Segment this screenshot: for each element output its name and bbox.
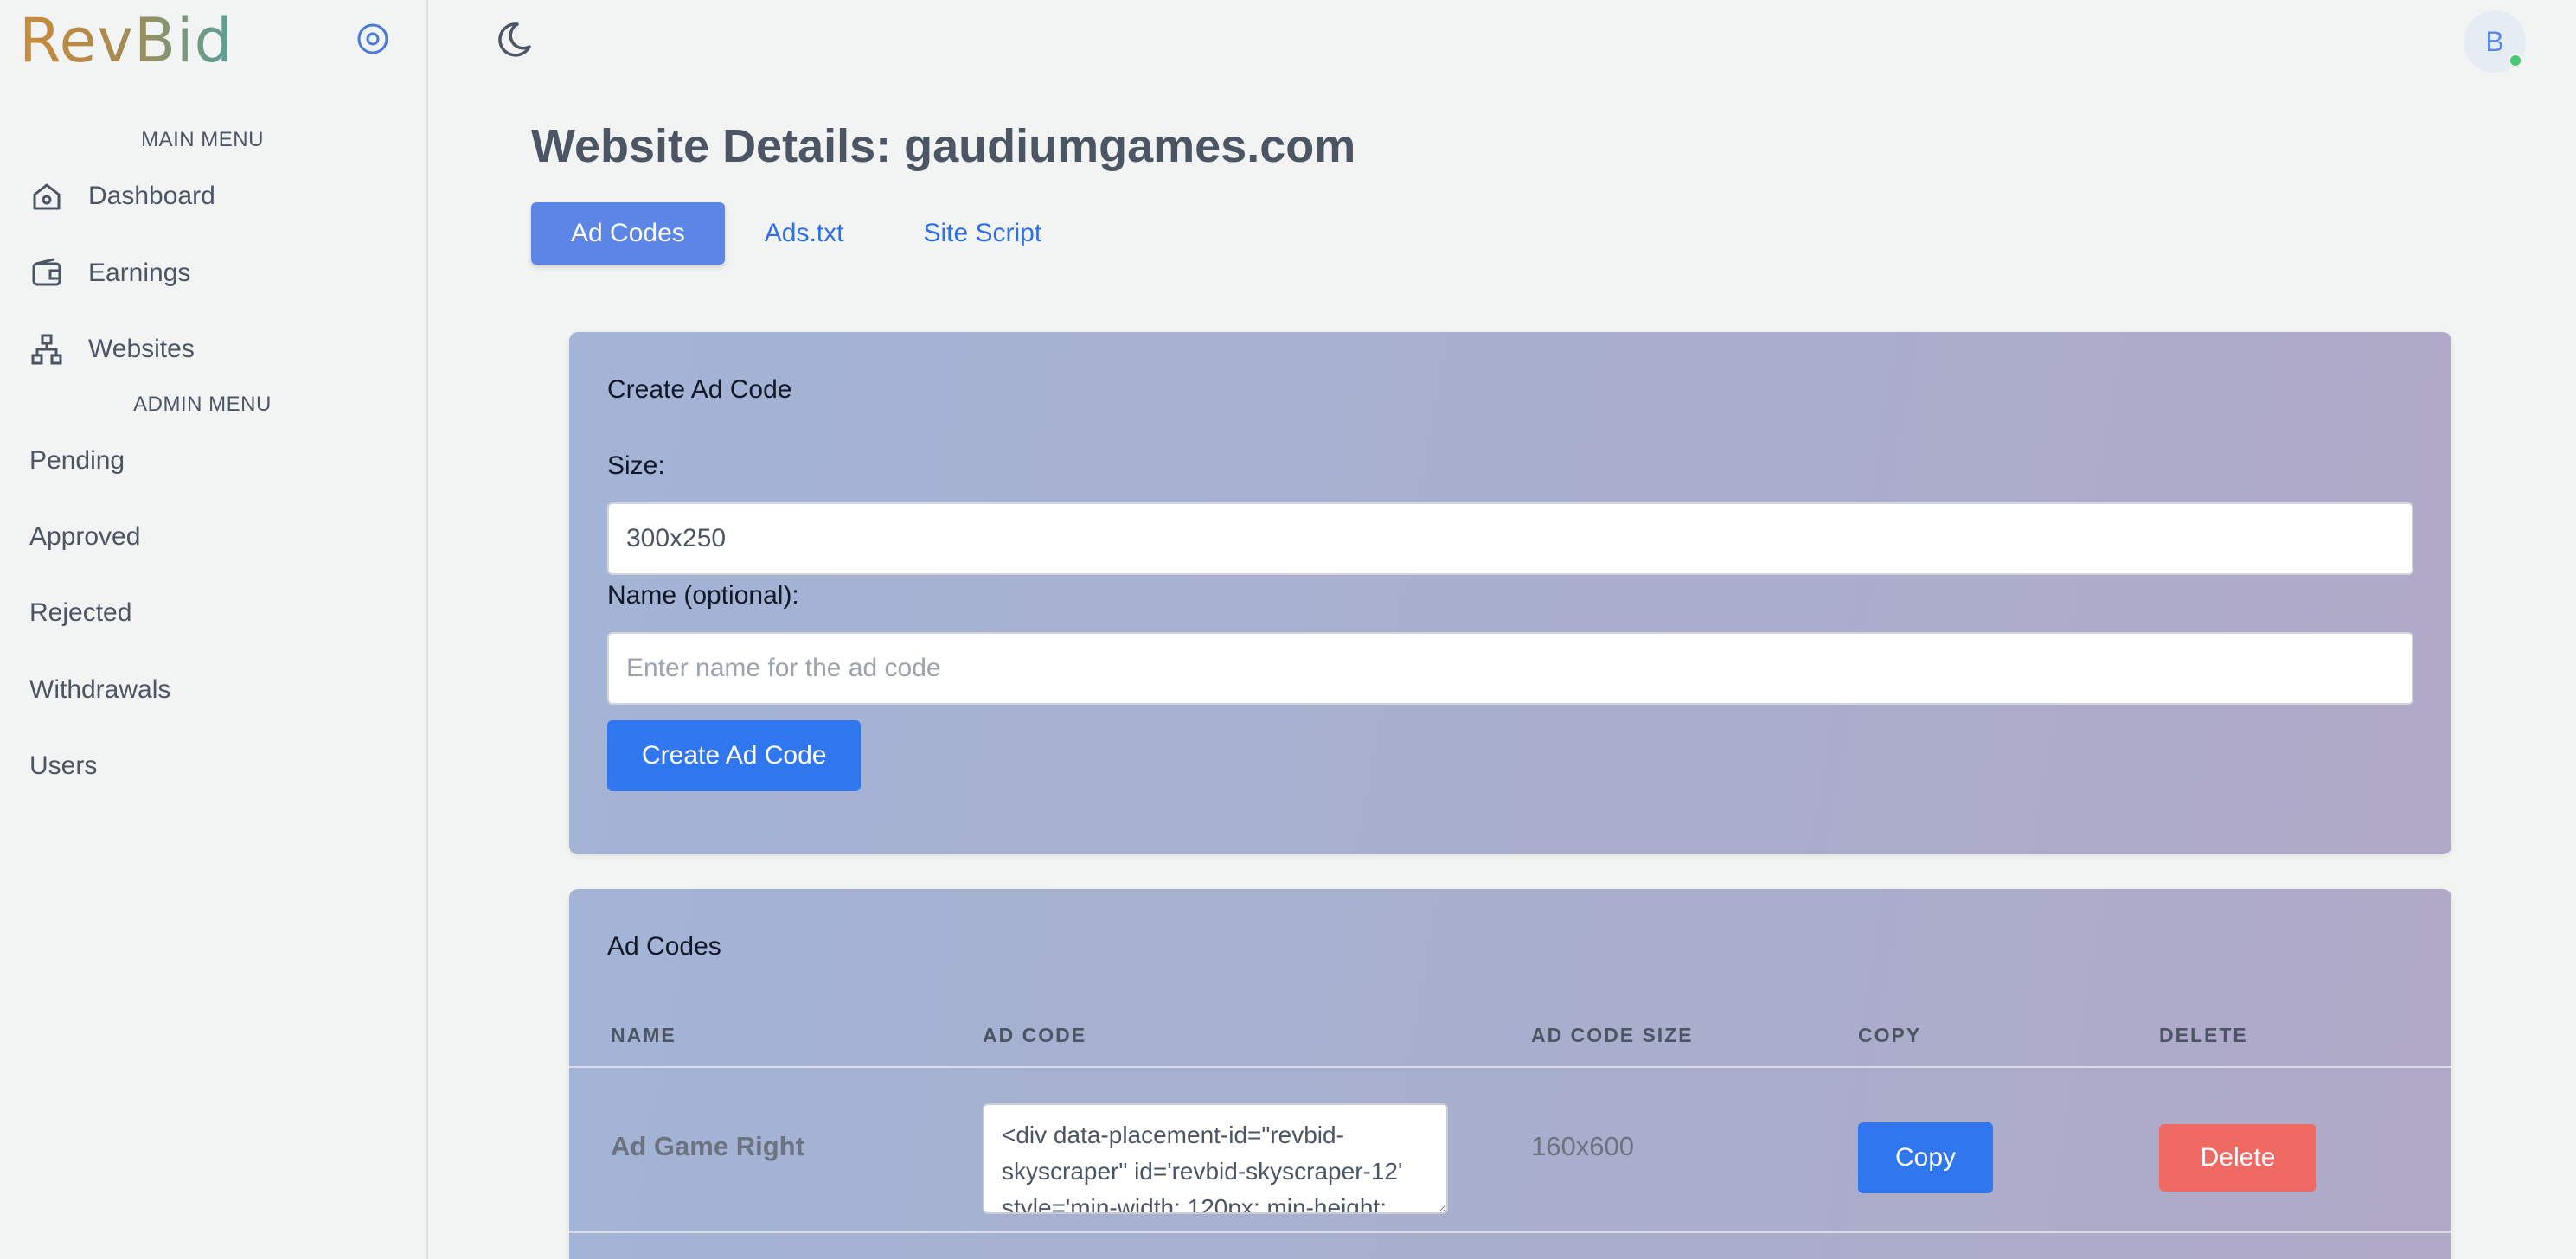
column-header-name: NAME: [611, 1024, 676, 1046]
column-header-size: AD CODE SIZE: [1531, 1024, 1694, 1046]
sidebar-item-label: Earnings: [88, 259, 191, 287]
card-title: Ad Codes: [607, 932, 721, 961]
admin-menu-heading: ADMIN MENU: [133, 393, 272, 416]
wallet-icon: [32, 258, 61, 286]
tab-ads-txt[interactable]: Ads.txt: [725, 202, 884, 265]
moon-icon[interactable]: [491, 17, 536, 62]
page-title: Website Details: gaudiumgames.com: [531, 120, 1356, 172]
sidebar-item-users[interactable]: Users: [29, 751, 97, 781]
ad-code-name: Ad Game Right: [611, 1131, 804, 1161]
sidebar-item-label: Dashboard: [88, 182, 215, 210]
avatar[interactable]: B: [2464, 10, 2526, 73]
name-input[interactable]: [607, 632, 2413, 705]
sidebar-item-earnings[interactable]: Earnings: [29, 247, 190, 299]
delete-button[interactable]: Delete: [2159, 1124, 2316, 1192]
online-status-dot: [2509, 54, 2522, 67]
create-ad-code-button[interactable]: Create Ad Code: [607, 720, 862, 791]
name-label: Name (optional):: [607, 581, 799, 610]
tab-site-script[interactable]: Site Script: [883, 202, 1081, 265]
logo[interactable]: RevBid: [19, 5, 234, 76]
target-icon[interactable]: [356, 22, 389, 55]
ad-codes-card: Ad Codes NAME AD CODE AD CODE SIZE COPY …: [569, 889, 2451, 1259]
sidebar-item-dashboard[interactable]: Dashboard: [29, 170, 215, 222]
card-title: Create Ad Code: [607, 375, 792, 404]
column-header-copy: COPY: [1858, 1024, 1922, 1046]
table-divider: [569, 1066, 2451, 1068]
sidebar-item-pending[interactable]: Pending: [29, 446, 125, 476]
column-header-ad-code: AD CODE: [983, 1024, 1087, 1046]
size-label: Size:: [607, 451, 665, 480]
sidebar-item-websites[interactable]: Websites: [29, 323, 195, 375]
main-menu-heading: MAIN MENU: [141, 128, 264, 151]
sidebar-item-rejected[interactable]: Rejected: [29, 598, 131, 628]
home-icon: [33, 183, 61, 210]
tab-bar: Ad Codes Ads.txt Site Script: [531, 202, 1081, 265]
copy-button[interactable]: Copy: [1858, 1122, 1993, 1193]
tab-ad-codes[interactable]: Ad Codes: [531, 202, 725, 265]
column-header-delete: DELETE: [2159, 1024, 2248, 1046]
ad-code-textarea[interactable]: <div data-placement-id="revbid-skyscrape…: [983, 1103, 1448, 1214]
table-divider: [569, 1231, 2451, 1233]
create-ad-code-card: Create Ad Code Size: Name (optional): Cr…: [569, 332, 2451, 854]
sidebar-item-withdrawals[interactable]: Withdrawals: [29, 675, 170, 705]
sidebar-item-label: Websites: [88, 335, 195, 363]
sitemap-icon: [31, 334, 62, 365]
size-input[interactable]: [607, 502, 2413, 575]
sidebar: RevBid MAIN MENU Dashboard Earnings Webs…: [0, 0, 428, 1259]
avatar-initial: B: [2485, 25, 2504, 57]
sidebar-item-approved[interactable]: Approved: [29, 522, 140, 552]
ad-code-size: 160x600: [1531, 1131, 1634, 1161]
